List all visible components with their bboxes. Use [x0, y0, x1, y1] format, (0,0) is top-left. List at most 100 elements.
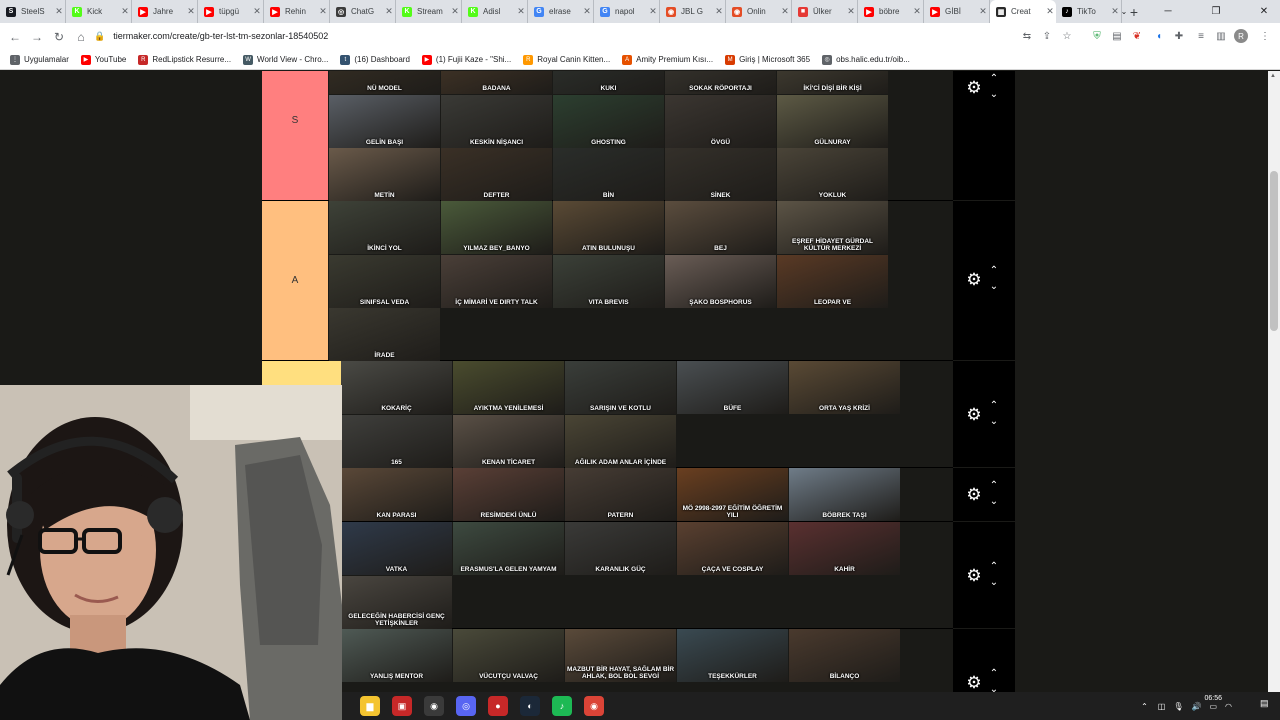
bookmark-item[interactable]: M Giriş | Microsoft 365	[725, 54, 810, 65]
tier-item-tile[interactable]: GHOSTING	[553, 94, 664, 148]
browser-tab[interactable]: Gelrase ✕	[528, 0, 594, 23]
close-window-button[interactable]: ✕	[1248, 0, 1280, 23]
move-tier-down-icon[interactable]: ⌄	[987, 281, 1001, 292]
tier-item-tile[interactable]: TEŞEKKÜRLER	[677, 629, 788, 682]
tier-item-tile[interactable]: ÇAÇA VE COSPLAY	[677, 522, 788, 575]
video-app-icon[interactable]: ▣	[392, 696, 412, 716]
tier-item-tile[interactable]: İKİNCİ YOL	[329, 201, 440, 254]
tab-search-icon[interactable]: ⌄	[1108, 0, 1140, 23]
bookmark-item[interactable]: R Royal Canin Kitten...	[523, 54, 610, 65]
tier-item-tile[interactable]: SOKAK RÖPORTAJI	[665, 71, 776, 94]
mic-icon[interactable]: 🎙	[1173, 702, 1183, 711]
tab-close-icon[interactable]: ✕	[449, 6, 461, 17]
bookmark-item[interactable]: ▶ YouTube	[80, 54, 126, 65]
tab-close-icon[interactable]: ✕	[383, 6, 395, 17]
move-tier-down-icon[interactable]: ⌄	[987, 684, 1001, 693]
tier-item-tile[interactable]: GELİN BAŞI	[329, 94, 440, 148]
tier-item-tile[interactable]: EŞREF HİDAYET GÜRDAL KÜLTÜR MERKEZİ	[777, 201, 888, 254]
browser-tab[interactable]: S SteelS ✕	[0, 0, 66, 23]
tier-item-tile[interactable]: İRADE	[329, 308, 440, 361]
move-tier-up-icon[interactable]: ⌃	[987, 480, 1001, 491]
tier-item-tile[interactable]: SINIFSAL VEDA	[329, 254, 440, 308]
tier-item-tile[interactable]: KAN PARASI	[341, 468, 452, 521]
bookmark-item[interactable]: t (16) Dashboard	[340, 54, 410, 65]
restore-button[interactable]: ❐	[1200, 0, 1232, 23]
tier-item-tile[interactable]: RESİMDEKİ ÜNLÜ	[453, 468, 564, 521]
tier-settings-gear-icon[interactable]: ⚙	[965, 270, 983, 289]
tab-close-icon[interactable]: ✕	[845, 6, 857, 17]
chrome-icon[interactable]: ◉	[584, 696, 604, 716]
move-tier-up-icon[interactable]: ⌃	[987, 265, 1001, 276]
spotify-icon[interactable]: ♪	[552, 696, 572, 716]
browser-tab[interactable]: ▶ Rehin ✕	[264, 0, 330, 23]
bookmark-item[interactable]: ▶ (1) Fujii Kaze - "Shi...	[421, 54, 511, 65]
tab-close-icon[interactable]: ✕	[977, 6, 989, 17]
bookmark-item[interactable]: ◎ obs.halic.edu.tr/oib...	[822, 54, 910, 65]
browser-tab[interactable]: ◉ JBL G ✕	[660, 0, 726, 23]
tab-close-icon[interactable]: ✕	[779, 6, 791, 17]
page-scrollbar[interactable]: ▲	[1268, 71, 1280, 692]
tier-item-tile[interactable]: GELECEĞİN HABERCİSİ GENÇ YETİŞKİNLER	[341, 575, 452, 629]
tab-close-icon[interactable]: ✕	[317, 6, 329, 17]
tier-item-tile[interactable]: VÜCUTÇU VALVAÇ	[453, 629, 564, 682]
extension-shield-icon[interactable]: ⛨	[1088, 27, 1106, 45]
extensions-puzzle-icon[interactable]: ✚	[1170, 27, 1188, 45]
tier-item-tile[interactable]: ATIN BULUNUŞU	[553, 201, 664, 254]
scrollbar-thumb[interactable]	[1270, 171, 1278, 331]
tier-item-tile[interactable]: BADANA	[441, 71, 552, 94]
tier-settings-gear-icon[interactable]: ⚙	[965, 485, 983, 504]
tab-close-icon[interactable]: ✕	[581, 6, 593, 17]
reload-icon[interactable]: ↻	[48, 26, 70, 48]
address-bar[interactable]: 🔒 tiermaker.com/create/gb-ter-lst-tm-sez…	[94, 25, 1014, 47]
browser-tab[interactable]: K Adisl ✕	[462, 0, 528, 23]
bookmark-item[interactable]: R RedLipstick Resurre...	[138, 54, 231, 65]
tier-item-tile[interactable]: BÜFE	[677, 361, 788, 414]
move-tier-up-icon[interactable]: ⌃	[987, 668, 1001, 679]
discord-icon[interactable]: ◎	[456, 696, 476, 716]
bookmark-item[interactable]: A Amity Premium Kısı...	[622, 54, 713, 65]
tab-close-icon[interactable]: ✕	[713, 6, 725, 17]
move-tier-up-icon[interactable]: ⌃	[987, 561, 1001, 572]
tab-close-icon[interactable]: ✕	[119, 6, 131, 17]
browser-tab[interactable]: ■ Ülker ✕	[792, 0, 858, 23]
wifi-icon[interactable]: ◠	[1225, 702, 1232, 711]
browser-menu-icon[interactable]: ⋮	[1256, 27, 1274, 45]
taskbar-clock[interactable]: 06:56	[1204, 694, 1222, 703]
tier-item-tile[interactable]: GÜLNURAY	[777, 94, 888, 148]
browser-tab[interactable]: Gnapol ✕	[594, 0, 660, 23]
tier-item-tile[interactable]: VATKA	[341, 522, 452, 575]
tier-item-tile[interactable]: BEJ	[665, 201, 776, 254]
record-app-icon[interactable]: ●	[488, 696, 508, 716]
move-tier-down-icon[interactable]: ⌄	[987, 577, 1001, 588]
bookmark-star-icon[interactable]: ☆	[1058, 27, 1076, 45]
tier-settings-gear-icon[interactable]: ⚙	[965, 673, 983, 692]
tier-item-tile[interactable]: YANLIŞ MENTOR	[341, 629, 452, 682]
tier-settings-gear-icon[interactable]: ⚙	[965, 405, 983, 424]
browser-tab[interactable]: ▶ böbre ✕	[858, 0, 924, 23]
move-tier-down-icon[interactable]: ⌄	[987, 416, 1001, 427]
browser-tab[interactable]: ▶ Jahre ✕	[132, 0, 198, 23]
tier-item-tile[interactable]: 165	[341, 414, 452, 468]
tier-item-tile[interactable]: KENAN TİCARET	[453, 414, 564, 468]
minimize-button[interactable]: ─	[1152, 0, 1184, 23]
back-icon[interactable]: ←	[4, 26, 26, 48]
volume-icon[interactable]: 🔊	[1191, 702, 1201, 711]
tier-item-tile[interactable]: SİNEK	[665, 148, 776, 201]
browser-tab[interactable]: K Stream ✕	[396, 0, 462, 23]
move-tier-down-icon[interactable]: ⌄	[987, 89, 1001, 100]
tier-item-tile[interactable]: KUKI	[553, 71, 664, 94]
tab-close-icon[interactable]: ✕	[53, 6, 65, 17]
tier-label[interactable]: S	[262, 71, 328, 200]
share-icon[interactable]: ⇪	[1038, 27, 1056, 45]
tier-item-tile[interactable]: İKİ'Cİ DİŞİ BİR KİŞİ	[777, 71, 888, 94]
browser-tab[interactable]: ▦ Creat ✕	[990, 0, 1056, 23]
tier-item-tile[interactable]: ERASMUS'LA GELEN YAMYAM	[453, 522, 564, 575]
network-icon[interactable]: ◫	[1158, 702, 1166, 711]
tier-item-tile[interactable]: KARANLIK GÜÇ	[565, 522, 676, 575]
reading-list-icon[interactable]: ≡	[1192, 27, 1210, 45]
obs-icon[interactable]: ◉	[424, 696, 444, 716]
tier-item-tile[interactable]: NÜ MODEL	[329, 71, 440, 94]
translate-icon[interactable]: ⇆	[1018, 27, 1036, 45]
tier-item-tile[interactable]: METİN	[329, 148, 440, 201]
tier-item-tile[interactable]: LEOPAR VE	[777, 254, 888, 308]
